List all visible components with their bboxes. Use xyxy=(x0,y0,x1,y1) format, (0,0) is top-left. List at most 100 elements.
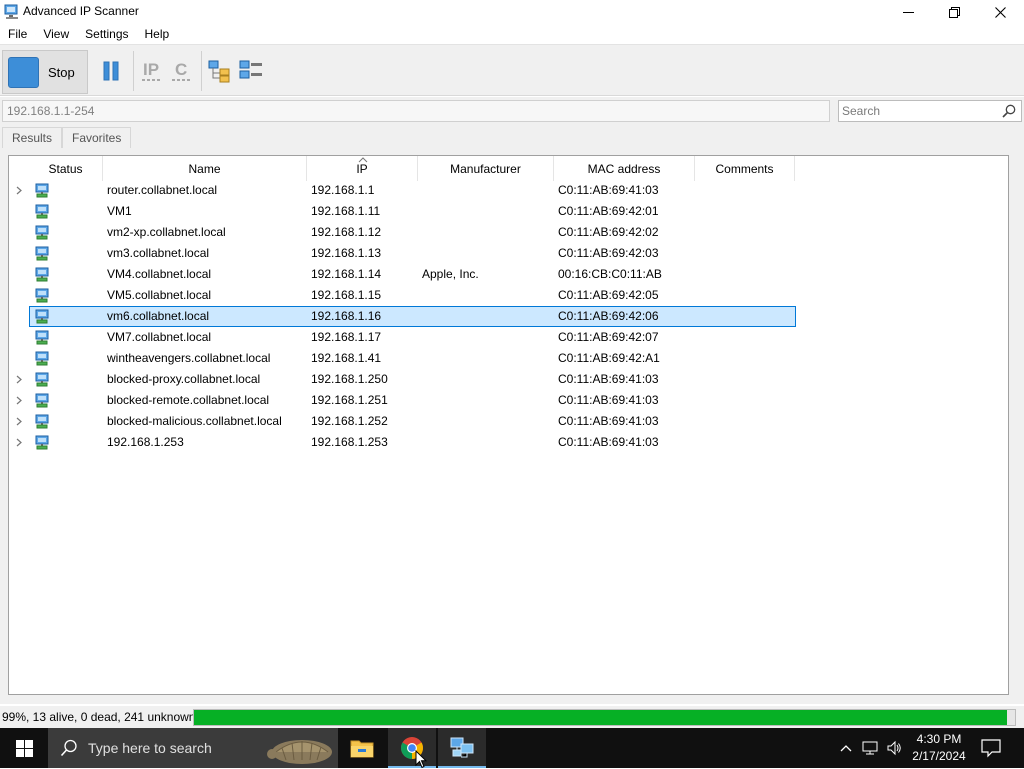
restore-button[interactable] xyxy=(931,0,977,24)
taskbar-advanced-ip-scanner[interactable] xyxy=(438,728,486,768)
expand-arrow-icon[interactable] xyxy=(15,186,23,195)
cell-name: blocked-malicious.collabnet.local xyxy=(107,414,282,428)
cell-ip: 192.168.1.12 xyxy=(311,225,382,239)
table-row[interactable]: vm3.collabnet.local 192.168.1.13 C0:11:AB:… xyxy=(9,243,999,264)
computer-alive-icon xyxy=(35,393,49,408)
cell-name: blocked-proxy.collabnet.local xyxy=(107,372,261,386)
start-button[interactable] xyxy=(0,728,48,768)
advanced-ip-scanner-icon xyxy=(4,4,18,19)
search-box[interactable] xyxy=(838,100,1022,122)
collapse-all-icon xyxy=(239,60,262,79)
computer-alive-icon xyxy=(35,204,49,219)
computer-alive-icon xyxy=(35,267,49,282)
expand-arrow-icon[interactable] xyxy=(15,417,23,426)
cell-mac-address: C0:11:AB:69:42:02 xyxy=(558,225,659,239)
cell-mac-address: C0:11:AB:69:42:06 xyxy=(558,309,659,323)
computer-alive-icon xyxy=(35,309,49,324)
app-window: Advanced IP Scanner File View Settings H… xyxy=(0,0,1024,728)
minimize-button[interactable] xyxy=(885,0,931,24)
cell-mac-address: C0:11:AB:69:41:03 xyxy=(558,183,659,197)
taskbar-search-box[interactable]: Type here to search xyxy=(48,728,338,768)
cell-name: router.collabnet.local xyxy=(107,183,218,197)
show-hidden-icons-icon[interactable] xyxy=(838,740,854,756)
column-header-name[interactable]: Name xyxy=(103,156,307,181)
column-header-manufacturer[interactable]: Manufacturer xyxy=(418,156,554,181)
expand-arrow-icon[interactable] xyxy=(15,396,23,405)
taskbar-chrome[interactable] xyxy=(388,728,436,768)
table-row[interactable]: VM5.collabnet.local 192.168.1.15 C0:11:AB:… xyxy=(9,285,999,306)
menu-settings[interactable]: Settings xyxy=(77,24,136,44)
cell-mac-address: C0:11:AB:69:42:05 xyxy=(558,288,659,302)
toolbar: Stop IP C xyxy=(0,44,1024,96)
table-row[interactable]: vm2-xp.collabnet.local 192.168.1.12 C0:11:… xyxy=(9,222,999,243)
expand-arrow-icon[interactable] xyxy=(15,375,23,384)
ip-range-input[interactable]: 192.168.1.1-254 xyxy=(2,100,830,122)
menu-view[interactable]: View xyxy=(35,24,77,44)
sort-ascending-icon xyxy=(358,157,368,163)
cell-mac-address: C0:11:AB:69:41:03 xyxy=(558,393,659,407)
expand-arrow-icon[interactable] xyxy=(15,438,23,447)
table-row[interactable]: blocked-proxy.collabnet.local 192.168.1.2… xyxy=(9,369,999,390)
table-row[interactable]: blocked-malicious.collabnet.local 192.168… xyxy=(9,411,999,432)
cell-mac-address: C0:11:AB:69:41:03 xyxy=(558,435,659,449)
column-header-comments[interactable]: Comments xyxy=(695,156,795,181)
search-icon[interactable] xyxy=(1002,104,1016,118)
table-row[interactable]: VM7.collabnet.local 192.168.1.17 C0:11:AB:… xyxy=(9,327,999,348)
table-row[interactable]: router.collabnet.local 192.168.1.1 C0:11:A… xyxy=(9,180,999,201)
table-header: Status Name IP Manufacturer MAC address … xyxy=(9,156,795,181)
tab-results[interactable]: Results xyxy=(2,127,63,148)
cell-name: vm2-xp.collabnet.local xyxy=(107,225,226,239)
column-header-mac-address[interactable]: MAC address xyxy=(554,156,695,181)
close-button[interactable] xyxy=(977,0,1023,24)
network-icon[interactable] xyxy=(862,740,878,756)
action-center-icon[interactable] xyxy=(980,738,1002,758)
table-row[interactable]: VM4.collabnet.local 192.168.1.14 Apple, In… xyxy=(9,264,999,285)
cell-mac-address: 00:16:CB:C0:11:AB xyxy=(558,267,662,281)
scan-status-text: 99%, 13 alive, 0 dead, 241 unknown xyxy=(2,710,196,724)
cell-name: vm6.collabnet.local xyxy=(107,309,210,323)
cell-ip: 192.168.1.14 xyxy=(311,267,382,281)
table-row[interactable]: wintheavengers.collabnet.local 192.168.1.… xyxy=(9,348,999,369)
taskbar-clock[interactable]: 4:30 PM 2/17/2024 xyxy=(902,731,976,765)
table-row[interactable]: 192.168.1.253 192.168.1.253 C0:11:AB:69:41… xyxy=(9,432,999,453)
file-explorer-icon xyxy=(350,740,374,758)
column-header-status[interactable]: Status xyxy=(29,156,103,181)
ip-button[interactable]: IP xyxy=(139,58,165,84)
search-icon xyxy=(60,739,77,757)
results-pane: Status Name IP Manufacturer MAC address … xyxy=(0,148,1024,704)
table-row[interactable]: blocked-remote.collabnet.local 192.168.1.… xyxy=(9,390,999,411)
pause-button[interactable] xyxy=(98,58,124,84)
menu-help[interactable]: Help xyxy=(137,24,178,44)
cell-ip: 192.168.1.11 xyxy=(311,204,381,218)
expand-all-button[interactable] xyxy=(207,58,233,84)
results-table[interactable]: Status Name IP Manufacturer MAC address … xyxy=(8,155,1009,695)
clock-date: 2/17/2024 xyxy=(912,749,966,763)
stop-icon xyxy=(8,56,39,88)
svg-text:IP: IP xyxy=(143,60,159,79)
menu-file[interactable]: File xyxy=(0,24,35,44)
computer-alive-icon xyxy=(35,183,49,198)
collapse-all-button[interactable] xyxy=(238,58,264,84)
cell-mac-address: C0:11:AB:69:42:03 xyxy=(558,246,659,260)
advanced-ip-scanner-icon xyxy=(450,737,474,758)
tab-favorites[interactable]: Favorites xyxy=(62,127,132,148)
cell-name: wintheavengers.collabnet.local xyxy=(107,351,271,365)
cell-ip: 192.168.1.251 xyxy=(311,393,388,407)
ip-icon: IP xyxy=(142,60,162,81)
cell-name: VM4.collabnet.local xyxy=(107,267,212,281)
toolbar-separator xyxy=(133,51,134,91)
class-c-button[interactable]: C xyxy=(169,58,195,84)
taskbar-file-explorer[interactable] xyxy=(338,728,386,768)
search-highlight-image xyxy=(267,740,332,764)
table-row[interactable]: VM1 192.168.1.11 C0:11:AB:69:42:01 xyxy=(9,201,999,222)
stop-button[interactable]: Stop xyxy=(2,50,88,94)
computer-alive-icon xyxy=(35,246,49,261)
cell-ip: 192.168.1.253 xyxy=(311,435,388,449)
table-row[interactable]: vm6.collabnet.local 192.168.1.16 C0:11:AB:… xyxy=(9,306,999,327)
volume-icon[interactable] xyxy=(886,740,902,756)
cell-ip: 192.168.1.250 xyxy=(311,372,388,386)
close-icon xyxy=(994,6,1006,18)
toolbar-separator xyxy=(201,51,202,91)
cell-mac-address: C0:11:AB:69:41:03 xyxy=(558,414,659,428)
search-input[interactable] xyxy=(842,102,992,120)
